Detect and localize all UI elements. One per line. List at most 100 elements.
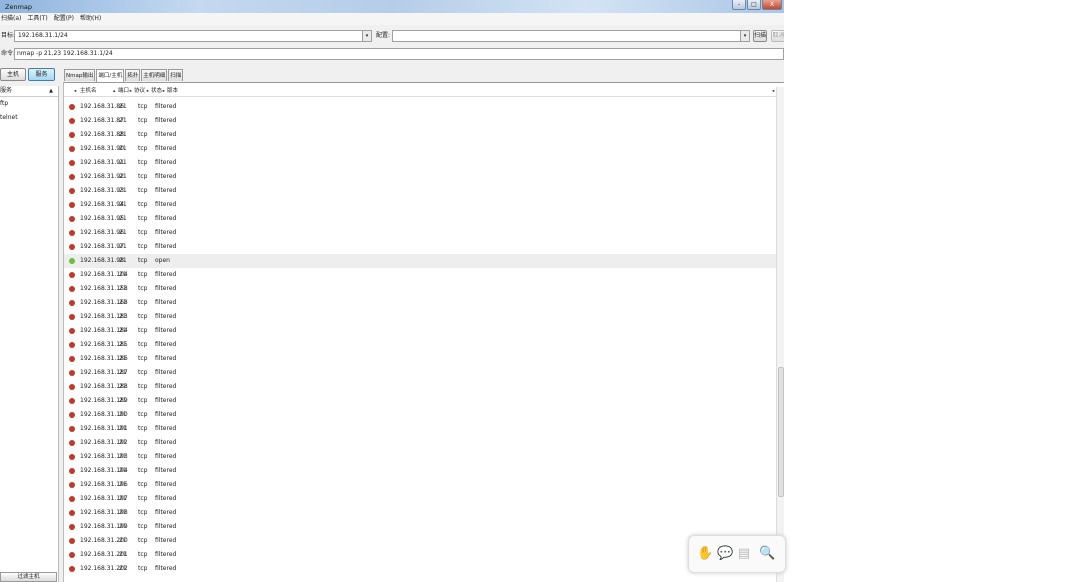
cell-state: filtered — [155, 397, 177, 404]
filtered-status-icon — [69, 272, 75, 278]
vertical-scrollbar[interactable] — [776, 87, 784, 582]
table-row[interactable]: 192.168.31.191 21 tcp filtered — [64, 422, 776, 436]
table-row[interactable]: 192.168.31.86 21 tcp filtered — [64, 100, 776, 114]
menu-help[interactable]: 帮助(H) — [80, 13, 101, 25]
menu-tools[interactable]: 工具(T) — [27, 13, 47, 25]
table-row[interactable]: 192.168.31.97 21 tcp filtered — [64, 240, 776, 254]
table-row[interactable]: 192.168.31.104 21 tcp filtered — [64, 268, 776, 282]
table-row[interactable]: 192.168.31.201 21 tcp filtered — [64, 548, 776, 562]
filtered-status-icon — [69, 104, 75, 110]
service-item-telnet[interactable]: telnet — [0, 111, 58, 125]
table-row[interactable]: 192.168.31.185 21 tcp filtered — [64, 338, 776, 352]
table-row[interactable]: 192.168.31.88 21 tcp filtered — [64, 128, 776, 142]
table-row[interactable]: 192.168.31.184 21 tcp filtered — [64, 324, 776, 338]
tab-host-details[interactable]: 主机明细 — [141, 69, 168, 81]
command-row: 命令: nmap -p 21,23 192.168.31.1/24 — [0, 46, 784, 62]
service-item-ftp[interactable]: ftp — [0, 97, 58, 111]
cell-protocol: tcp — [138, 243, 148, 250]
cell-port: 21 — [119, 243, 127, 250]
table-row[interactable]: 192.168.31.95 21 tcp filtered — [64, 212, 776, 226]
column-protocol[interactable]: 协议 — [134, 87, 145, 96]
zoom-icon[interactable]: 🔍 — [759, 545, 775, 562]
filtered-status-icon — [69, 510, 75, 516]
table-row[interactable]: 192.168.31.186 21 tcp filtered — [64, 352, 776, 366]
filtered-status-icon — [69, 314, 75, 320]
table-row[interactable]: 192.168.31.202 21 tcp filtered — [64, 562, 776, 576]
table-row[interactable]: 192.168.31.196 21 tcp filtered — [64, 478, 776, 492]
cell-state: filtered — [155, 509, 177, 516]
table-row[interactable]: 192.168.31.90 21 tcp filtered — [64, 142, 776, 156]
cell-protocol: tcp — [138, 117, 148, 124]
comment-icon[interactable]: 💬 — [717, 545, 733, 562]
column-state[interactable]: 状态 — [151, 87, 162, 96]
table-row[interactable]: 192.168.31.183 21 tcp filtered — [64, 310, 776, 324]
tab-nmap-output[interactable]: Nmap输出 — [64, 69, 96, 81]
cell-port: 21 — [119, 285, 127, 292]
cell-protocol: tcp — [138, 257, 148, 264]
cell-protocol: tcp — [138, 271, 148, 278]
filter-hosts-button[interactable]: 过滤主机 — [0, 572, 57, 582]
scrollbar-thumb[interactable] — [778, 367, 784, 497]
cell-port: 21 — [119, 341, 127, 348]
table-row[interactable]: 192.168.31.199 21 tcp filtered — [64, 520, 776, 534]
chevron-down-icon[interactable]: ▾ — [362, 31, 371, 41]
table-row[interactable]: 192.168.31.188 21 tcp filtered — [64, 380, 776, 394]
document-icon[interactable]: ▤ — [737, 545, 751, 562]
cell-port: 21 — [119, 355, 127, 362]
target-combo[interactable]: 192.168.31.1/24 ▾ — [14, 30, 372, 42]
tab-scans[interactable]: 扫描 — [168, 69, 184, 81]
table-row[interactable]: 192.168.31.96 21 tcp filtered — [64, 226, 776, 240]
scan-button[interactable]: 扫描 — [753, 30, 767, 42]
table-row[interactable]: 192.168.31.91 21 tcp filtered — [64, 156, 776, 170]
filtered-status-icon — [69, 356, 75, 362]
services-button[interactable]: 服务 — [28, 68, 55, 81]
profile-combo[interactable]: ▾ — [392, 30, 750, 42]
cell-port: 21 — [119, 131, 127, 138]
column-version[interactable]: 版本 — [167, 87, 178, 96]
cancel-button[interactable]: 取消 — [771, 30, 784, 42]
cell-host: 192.168.31.95 — [80, 215, 124, 222]
table-row[interactable]: 192.168.31.94 21 tcp filtered — [64, 198, 776, 212]
table-row[interactable]: 192.168.31.200 21 tcp filtered — [64, 534, 776, 548]
hosts-button[interactable]: 主机 — [0, 68, 26, 81]
table-row[interactable]: 192.168.31.187 21 tcp filtered — [64, 366, 776, 380]
ports-table-body: 192.168.31.86 21 tcp filtered 192.168.31.87 2… — [64, 97, 776, 582]
cell-host: 192.168.31.96 — [80, 229, 124, 236]
ports-hosts-panel: ◂ 主机名 ▴ 端口 ◂ 协议 ◂ 状态 ◂ 版本 ◂ 192.168.31.8… — [63, 82, 784, 582]
cell-port: 21 — [119, 397, 127, 404]
menu-profile[interactable]: 配置(P) — [54, 13, 74, 25]
cell-state: filtered — [155, 145, 177, 152]
table-row[interactable]: 192.168.31.93 21 tcp filtered — [64, 184, 776, 198]
tab-ports-hosts[interactable]: 端口/主机 — [96, 69, 125, 82]
filtered-status-icon — [69, 426, 75, 432]
table-row[interactable]: 192.168.31.168 21 tcp filtered — [64, 296, 776, 310]
maximize-button[interactable]: □ — [747, 0, 761, 10]
table-row[interactable]: 192.168.31.193 21 tcp filtered — [64, 450, 776, 464]
close-button[interactable]: X — [762, 0, 782, 10]
table-row[interactable]: 192.168.31.158 21 tcp filtered — [64, 282, 776, 296]
services-header-label: 服务 — [0, 87, 13, 94]
table-row[interactable]: 192.168.31.189 21 tcp filtered — [64, 394, 776, 408]
table-row[interactable]: 192.168.31.198 21 tcp filtered — [64, 506, 776, 520]
minimize-button[interactable]: - — [732, 0, 746, 10]
filtered-status-icon — [69, 496, 75, 502]
hand-icon[interactable]: ✋ — [697, 545, 713, 562]
table-row[interactable]: 192.168.31.92 21 tcp filtered — [64, 170, 776, 184]
table-row[interactable]: 192.168.31.192 21 tcp filtered — [64, 436, 776, 450]
table-row[interactable]: 192.168.31.197 21 tcp filtered — [64, 492, 776, 506]
table-row[interactable]: 192.168.31.190 21 tcp filtered — [64, 408, 776, 422]
column-port[interactable]: 端口 — [118, 87, 129, 96]
filtered-status-icon — [69, 440, 75, 446]
cell-host: 192.168.31.87 — [80, 117, 124, 124]
chevron-down-icon[interactable]: ▾ — [740, 31, 749, 41]
cell-state: filtered — [155, 537, 177, 544]
table-row[interactable]: 192.168.31.194 21 tcp filtered — [64, 464, 776, 478]
cell-port: 21 — [119, 453, 127, 460]
table-row[interactable]: 192.168.31.87 21 tcp filtered — [64, 114, 776, 128]
tab-topology[interactable]: 拓扑 — [125, 69, 141, 81]
services-list-header[interactable]: 服务 ▲ — [0, 86, 58, 97]
menu-scan[interactable]: 扫描(a) — [1, 13, 21, 25]
table-row[interactable]: 192.168.31.98 21 tcp open — [64, 254, 776, 268]
command-input[interactable]: nmap -p 21,23 192.168.31.1/24 — [14, 48, 784, 60]
column-host[interactable]: 主机名 — [80, 87, 97, 96]
